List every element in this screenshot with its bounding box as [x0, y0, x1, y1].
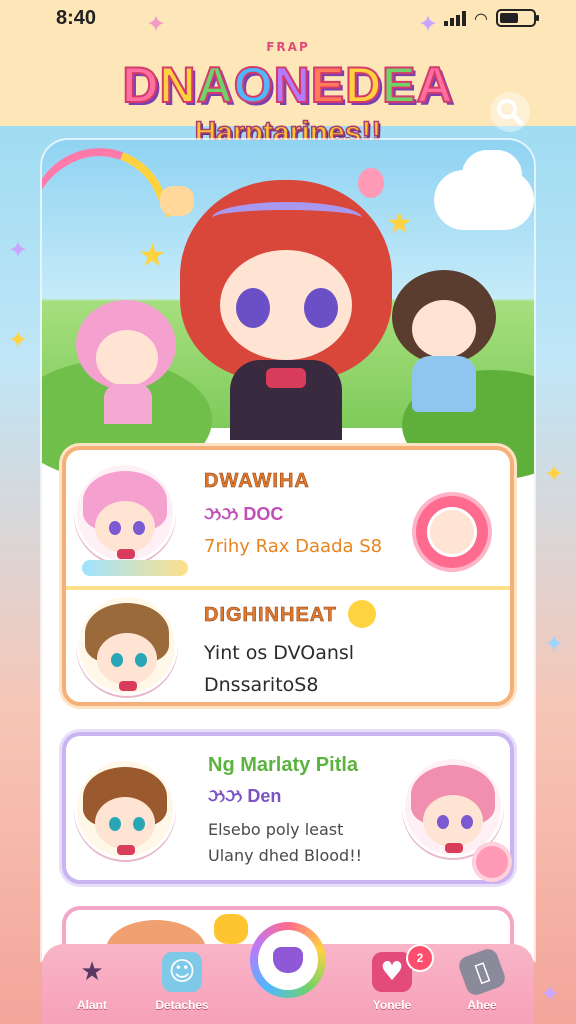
ring-avatar-icon: [427, 507, 477, 557]
tab-detaches[interactable]: ☺ Detaches: [142, 952, 222, 1012]
list-item[interactable]: DWAWIHA ઝઝ DOC 7rihy Rax Daada S8: [66, 456, 510, 576]
feature-card-2[interactable]: Ng Marlaty Pitla ઝઝ Den Elsebo poly leas…: [62, 732, 514, 884]
wifi-icon: ◠: [474, 8, 488, 28]
phone-icon: ▯: [456, 946, 508, 998]
search-icon: [497, 99, 524, 126]
right-character-face: [412, 300, 476, 358]
star-icon: ✦: [8, 326, 29, 354]
app-title: DNAONEDEA: [121, 56, 454, 114]
notification-badge: 2: [406, 944, 434, 972]
cookie-decoration: [160, 186, 194, 216]
hero-character-headband: [212, 202, 362, 234]
item-tag: ઝઝ Den: [208, 786, 282, 806]
item-line-1: Elsebo poly least: [208, 820, 344, 839]
header-small-text: FRAP: [266, 40, 310, 54]
tab-label: Ahee: [467, 998, 497, 1012]
tab-yonele[interactable]: ♥ 2 Yonele: [352, 944, 434, 1012]
left-character-face: [96, 330, 158, 386]
left-character-body: [104, 384, 152, 424]
balloon-decoration: [358, 168, 384, 198]
hero-character-bow: [266, 368, 306, 388]
tab-label: Detaches: [155, 998, 209, 1012]
search-button[interactable]: [490, 92, 530, 132]
item-line-1: Yint os DVOansl: [204, 642, 355, 664]
item-action-button[interactable]: [416, 496, 488, 568]
item-title: DIGHINHEAT: [204, 604, 337, 627]
star-icon: ✦: [146, 10, 167, 38]
avatar: [74, 462, 176, 564]
smiley-icon: [348, 600, 376, 628]
hero-character-eye: [304, 288, 338, 328]
avatar: [74, 758, 176, 860]
tab-alant[interactable]: ★ Alant: [52, 952, 132, 1012]
feature-card-1[interactable]: DWAWIHA ઝઝ DOC 7rihy Rax Daada S8 DIGHIN…: [62, 446, 514, 706]
signal-icon: [444, 10, 467, 26]
star-icon: ★: [80, 957, 104, 987]
center-heart-button[interactable]: [250, 922, 326, 998]
bubble-decoration: [82, 560, 188, 576]
list-item[interactable]: Ng Marlaty Pitla ઝઝ Den Elsebo poly leas…: [66, 746, 512, 882]
avatar: [76, 594, 178, 696]
status-time: 8:40: [56, 6, 97, 29]
right-character-body: [412, 356, 476, 412]
item-title: DWAWIHA: [204, 470, 310, 493]
list-item[interactable]: DIGHINHEAT Yint os DVOansl DnssaritoS8: [66, 586, 510, 708]
item-tag: ઝઝ DOC: [204, 504, 284, 524]
main-card: ★ ★ DWAWIHA ઝઝ DOC 7rihy Rax Daada S8 DI…: [42, 140, 534, 960]
star-icon: ✦: [8, 236, 29, 264]
status-bar: 8:40 ◠: [0, 0, 576, 36]
cloud-decoration: [462, 150, 522, 200]
hero-character-eye: [236, 288, 270, 328]
status-icons: ◠: [444, 8, 539, 28]
item-description: 7rihy Rax Daada S8: [204, 536, 383, 557]
bottom-tab-bar: ★ Alant ☺ Detaches ♥ 2 Yonele ▯ Ahee: [42, 922, 534, 1024]
item-line-2: DnssaritoS8: [204, 674, 319, 696]
tab-label: Alant: [77, 998, 107, 1012]
robot-icon: ☺: [162, 952, 202, 992]
star-icon: ★: [386, 206, 413, 241]
app-header: FRAP DNAONEDEA Harptarines!!: [0, 36, 576, 150]
star-icon: ✦: [418, 10, 439, 38]
battery-icon: [496, 9, 539, 27]
tab-ahee[interactable]: ▯ Ahee: [442, 946, 522, 1012]
star-icon: ✦: [540, 980, 561, 1008]
star-icon: ✦: [544, 630, 565, 658]
star-icon: ★: [138, 236, 167, 274]
bubble-decoration: [472, 842, 512, 882]
item-line-2: Ulany dhed Blood!!: [208, 846, 363, 865]
cookie-decoration: [214, 914, 248, 944]
heart-icon: [273, 947, 303, 973]
hero-banner: ★ ★: [42, 140, 534, 480]
item-title: Ng Marlaty Pitla: [208, 754, 359, 776]
tab-label: Yonele: [372, 998, 412, 1012]
star-icon: ✦: [544, 460, 565, 488]
